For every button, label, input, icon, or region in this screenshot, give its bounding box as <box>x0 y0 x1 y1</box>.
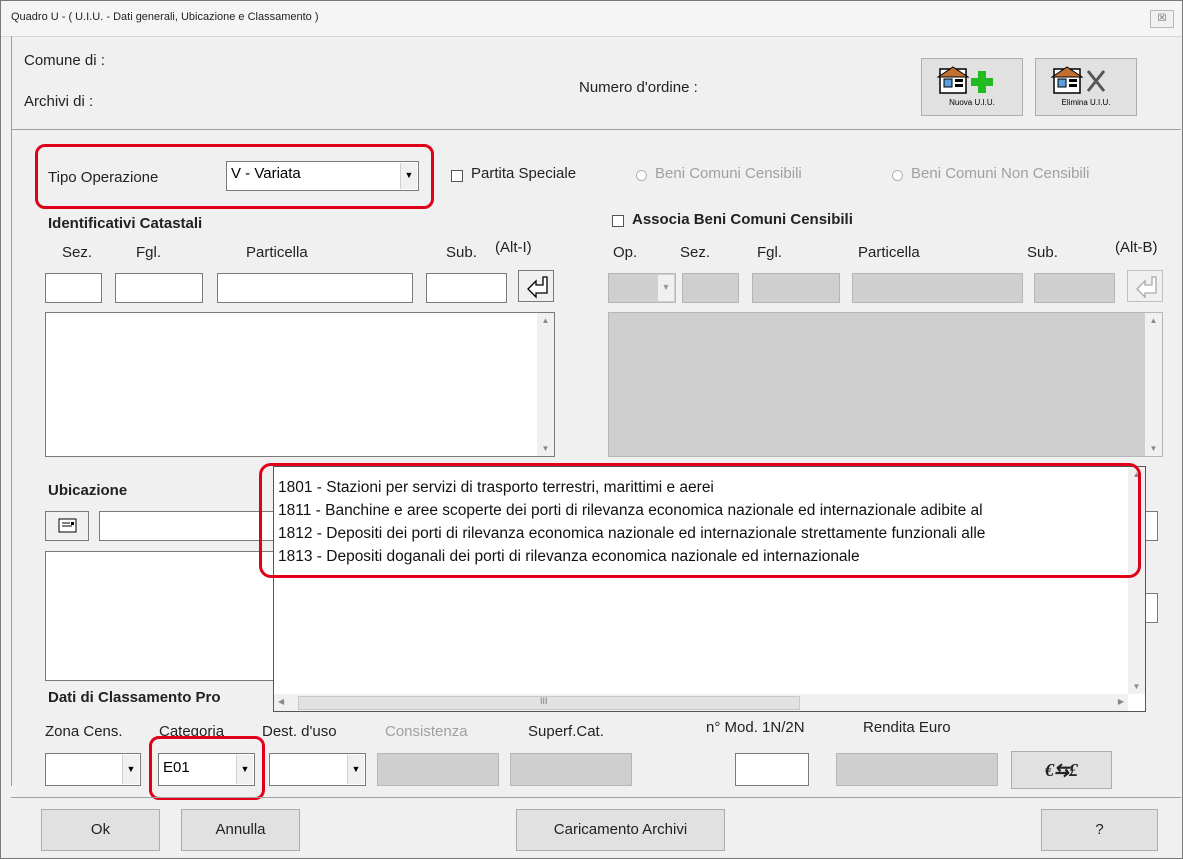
sub-label: Sub. <box>446 244 477 261</box>
associa-particella-input[interactable] <box>852 273 1023 303</box>
highlight-categoria <box>149 736 265 800</box>
op-select[interactable]: ▼ <box>608 273 676 303</box>
particella-label: Particella <box>246 244 308 261</box>
zona-cens-select[interactable]: ▼ <box>45 753 141 786</box>
close-icon[interactable]: ☒ <box>1150 10 1174 28</box>
identificativi-list[interactable]: ▲ ▼ <box>45 312 555 457</box>
identificativi-title: Identificativi Catastali <box>48 215 203 232</box>
alt-i-label: (Alt-I) <box>495 239 532 256</box>
enter-arrow-icon <box>527 276 548 299</box>
alt-b-label: (Alt-B) <box>1115 239 1158 256</box>
associa-sez-label: Sez. <box>680 244 711 261</box>
ubicazione-title: Ubicazione <box>48 482 128 499</box>
footer-separator <box>11 797 1181 798</box>
house-delete-icon <box>1050 66 1106 94</box>
beni-non-censibili-label: Beni Comuni Non Censibili <box>911 165 1090 182</box>
associa-scrollbar[interactable]: ▲ ▼ <box>1145 313 1162 456</box>
left-border <box>11 36 12 786</box>
annulla-button[interactable]: Annulla <box>181 809 300 851</box>
scroll-right-icon: ▶ <box>1117 697 1124 706</box>
associa-fgl-label: Fgl. <box>757 244 783 261</box>
beni-censibili-radio[interactable] <box>636 170 647 181</box>
scroll-grip: III <box>540 696 548 706</box>
indirizzo-button[interactable] <box>45 511 89 541</box>
help-button[interactable]: ? <box>1041 809 1158 851</box>
card-icon <box>58 518 77 533</box>
consistenza-input[interactable] <box>377 753 499 786</box>
scroll-thumb[interactable] <box>298 696 800 710</box>
associa-fgl-input[interactable] <box>752 273 840 303</box>
title-bar: Quadro U - ( U.I.U. - Dati generali, Ubi… <box>1 1 1182 37</box>
window-title: Quadro U - ( U.I.U. - Dati generali, Ubi… <box>11 11 319 23</box>
dest-uso-label: Dest. d'uso <box>262 723 337 740</box>
fgl-input[interactable] <box>115 273 203 303</box>
chevron-down-icon: ▼ <box>122 755 139 784</box>
rendita-label: Rendita Euro <box>863 719 951 736</box>
chevron-down-icon: ▼ <box>657 275 674 301</box>
highlight-tipo-operazione <box>35 144 434 209</box>
currency-convert-button[interactable]: €⇆£ <box>1011 751 1112 789</box>
op-label: Op. <box>613 244 638 261</box>
ubicazione-list[interactable] <box>45 551 277 681</box>
enter-arrow-icon <box>1136 276 1157 299</box>
associa-checkbox[interactable] <box>612 215 624 227</box>
elimina-uiu-button[interactable]: Elimina U.I.U. <box>1035 58 1137 116</box>
dropdown-hscrollbar[interactable]: ◀ III ▶ <box>274 694 1128 711</box>
identificativi-scrollbar[interactable]: ▲ ▼ <box>537 313 554 456</box>
ok-button[interactable]: Ok <box>41 809 160 851</box>
superf-cat-input[interactable] <box>510 753 632 786</box>
consistenza-label: Consistenza <box>385 723 468 740</box>
rendita-input[interactable] <box>836 753 998 786</box>
n-mod-label: n° Mod. 1N/2N <box>706 719 805 736</box>
sub-input[interactable] <box>426 273 507 303</box>
superf-cat-label: Superf.Cat. <box>528 723 604 740</box>
classamento-title: Dati di Classamento Pro <box>48 689 221 706</box>
highlight-categoria-items <box>259 463 1141 578</box>
chevron-down-icon: ▼ <box>347 755 364 784</box>
comune-label: Comune di : <box>24 52 105 69</box>
elimina-uiu-label: Elimina U.I.U. <box>1061 98 1111 107</box>
n-mod-input[interactable] <box>735 753 809 786</box>
nuova-uiu-button[interactable]: Nuova U.I.U. <box>921 58 1023 116</box>
scroll-left-icon: ◀ <box>278 697 285 706</box>
archivi-label: Archivi di : <box>24 93 94 110</box>
associa-sub-label: Sub. <box>1027 244 1058 261</box>
particella-input[interactable] <box>217 273 413 303</box>
beni-non-censibili-radio[interactable] <box>892 170 903 181</box>
associa-particella-label: Particella <box>858 244 920 261</box>
header-separator <box>11 129 1181 130</box>
indirizzo-input[interactable] <box>99 511 279 541</box>
nuova-uiu-label: Nuova U.I.U. <box>949 98 995 107</box>
numero-ordine-label: Numero d'ordine : <box>579 79 698 96</box>
associa-list[interactable]: ▲ ▼ <box>608 312 1163 457</box>
sez-input[interactable] <box>45 273 102 303</box>
beni-censibili-label: Beni Comuni Censibili <box>655 165 802 182</box>
house-add-icon <box>936 66 993 94</box>
fgl-label: Fgl. <box>136 244 162 261</box>
add-associa-button[interactable] <box>1127 270 1163 302</box>
add-identificativo-button[interactable] <box>518 270 554 302</box>
partita-speciale-checkbox[interactable] <box>451 170 463 182</box>
dialog-window: Quadro U - ( U.I.U. - Dati generali, Ubi… <box>0 0 1183 859</box>
dest-uso-select[interactable]: ▼ <box>269 753 366 786</box>
partita-speciale-label: Partita Speciale <box>471 165 577 182</box>
associa-sub-input[interactable] <box>1034 273 1115 303</box>
zona-cens-label: Zona Cens. <box>45 723 123 740</box>
sez-label: Sez. <box>62 244 93 261</box>
caricamento-archivi-button[interactable]: Caricamento Archivi <box>516 809 725 851</box>
associa-sez-input[interactable] <box>682 273 739 303</box>
associa-title: Associa Beni Comuni Censibili <box>632 211 853 228</box>
